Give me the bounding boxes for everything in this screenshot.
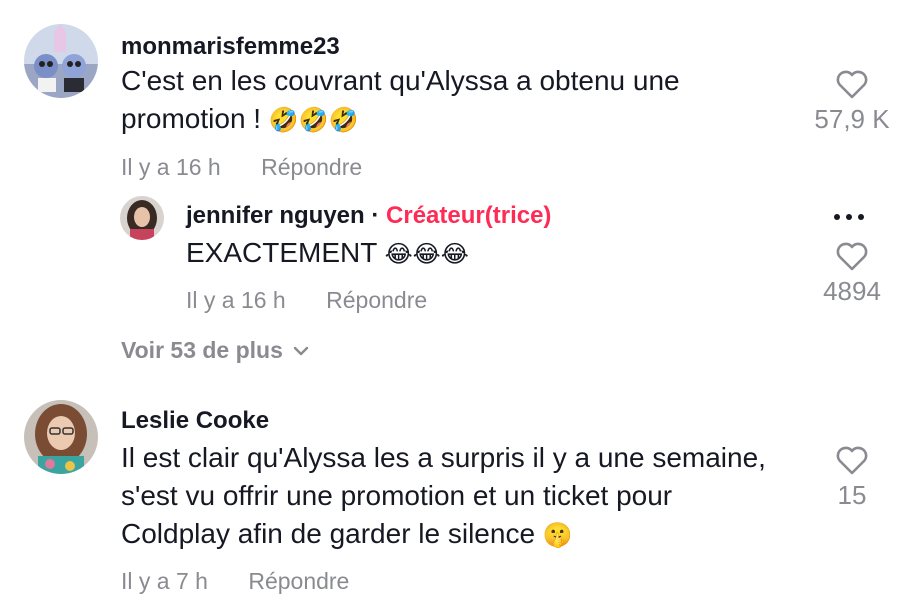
separator-dot: ·	[371, 202, 380, 229]
like-button[interactable]: 57,9 K	[806, 70, 898, 135]
creator-badge: Créateur(trice)	[386, 202, 552, 229]
comments-panel: monmarisfemme23 C'est en les couvrant qu…	[0, 0, 908, 606]
emoji-rofl: 🤣🤣🤣	[268, 106, 359, 134]
like-button[interactable]: 4894	[806, 242, 898, 307]
more-options-dot	[846, 214, 852, 220]
chevron-down-icon	[293, 346, 309, 355]
comment-username[interactable]: monmarisfemme23	[121, 33, 340, 61]
emoji-joy: 😂😂😂	[384, 240, 469, 268]
like-count: 57,9 K	[814, 104, 890, 134]
comment-line: s'est vu offrir une promotion et un tick…	[121, 480, 673, 511]
view-more-label: Voir 53 de plus	[121, 337, 283, 363]
more-options-dot	[858, 214, 864, 220]
comment-text: C'est en les couvrant qu'Alyssa a obtenu…	[121, 62, 761, 139]
reply-button[interactable]: Répondre	[261, 154, 362, 180]
heart-outline-icon	[836, 242, 868, 271]
avatar-image	[120, 196, 164, 240]
comment-text: Il est clair qu'Alyssa les a surpris il …	[121, 439, 811, 554]
reply-button[interactable]: Répondre	[248, 568, 349, 594]
comment-timestamp: Il y a 16 h	[121, 154, 221, 180]
reply-username-row: jennifer nguyen · Créateur(trice)	[186, 202, 551, 230]
reply-text: EXACTEMENT 😂😂😂	[186, 234, 469, 273]
reply-meta: Il y a 16 h Répondre	[186, 287, 427, 314]
comment-timestamp: Il y a 7 h	[121, 568, 208, 594]
more-options-icon	[834, 214, 840, 220]
comment-username[interactable]: Leslie Cooke	[121, 407, 269, 435]
comment-meta: Il y a 7 h Répondre	[121, 568, 349, 595]
like-count: 4894	[823, 276, 881, 306]
heart-outline-icon	[836, 70, 868, 99]
reply-body: EXACTEMENT	[186, 237, 377, 268]
avatar-image	[24, 400, 98, 474]
comment-line: Coldplay afin de garder le silence	[121, 518, 536, 549]
comment-body: C'est en les couvrant qu'Alyssa a obtenu…	[121, 65, 680, 134]
avatar-monmarisfemme23[interactable]	[24, 24, 98, 98]
avatar-jennifer-nguyen[interactable]	[120, 196, 164, 240]
like-count: 15	[837, 480, 867, 510]
more-options-button[interactable]	[834, 214, 864, 220]
emoji-shushing: 🤫	[542, 521, 573, 549]
avatar-leslie-cooke[interactable]	[24, 400, 98, 474]
comment-line: Il est clair qu'Alyssa les a surpris il …	[121, 442, 766, 473]
comment-meta: Il y a 16 h Répondre	[121, 154, 362, 181]
like-button[interactable]: 15	[806, 446, 898, 511]
comment-line-last: Coldplay afin de garder le silence 🤫	[121, 515, 811, 554]
reply-timestamp: Il y a 16 h	[186, 287, 286, 313]
heart-outline-icon	[836, 446, 868, 475]
reply-button[interactable]: Répondre	[326, 287, 427, 313]
reply-username[interactable]: jennifer nguyen	[186, 202, 365, 229]
avatar-image	[24, 24, 98, 98]
view-more-replies-button[interactable]: Voir 53 de plus	[121, 337, 309, 364]
